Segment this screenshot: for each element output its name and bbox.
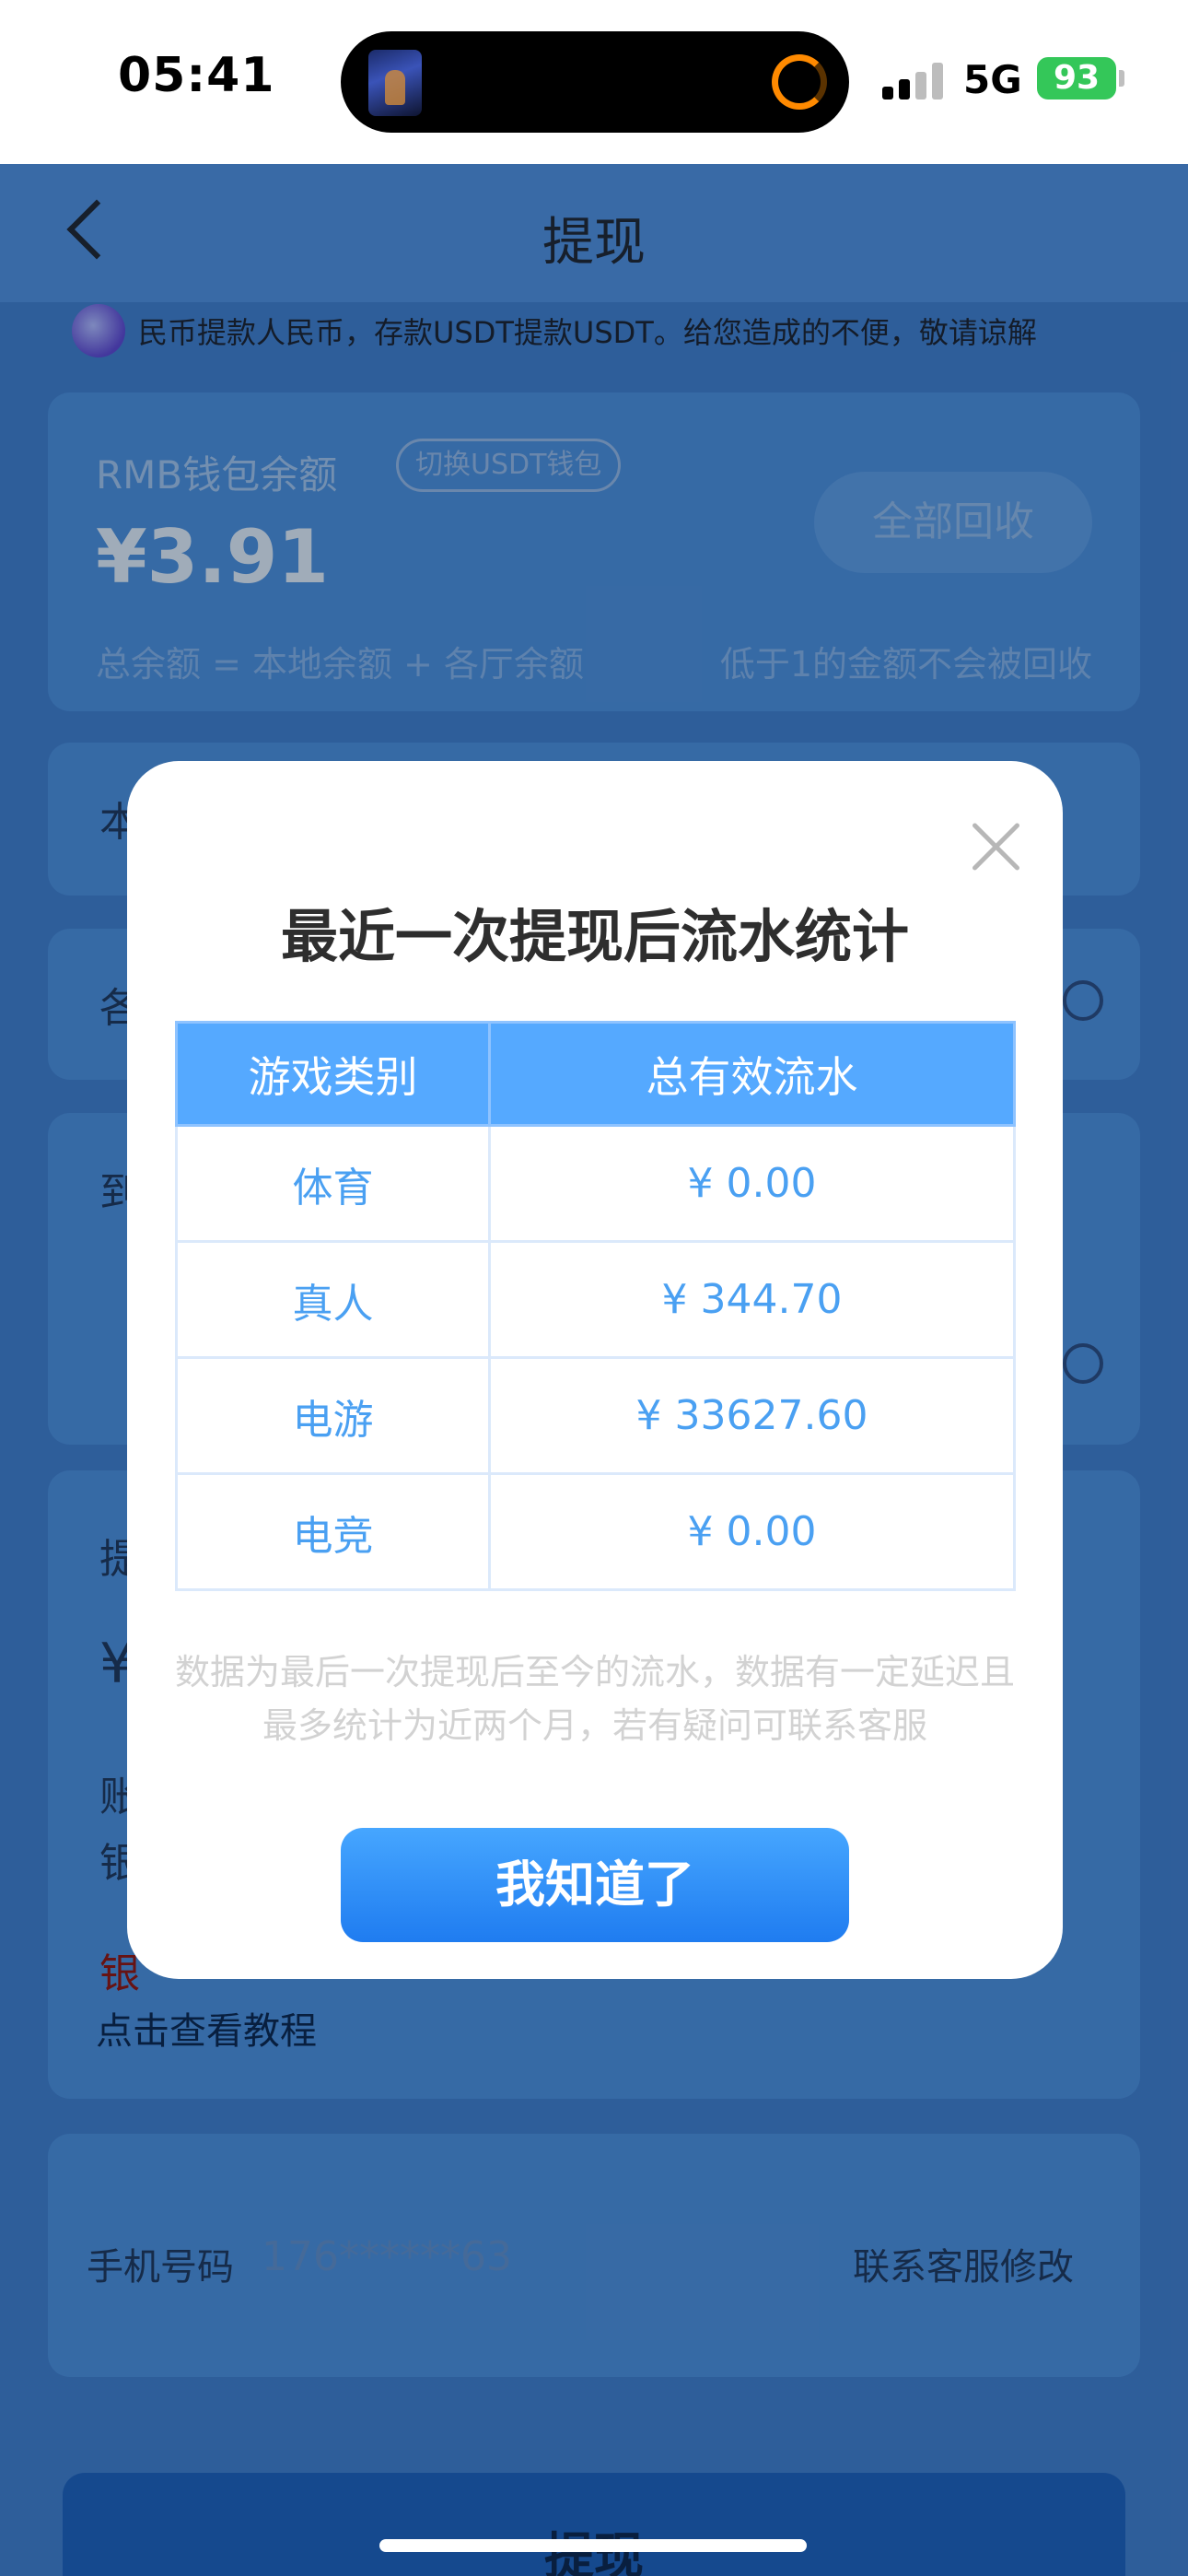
- table-row: 体育 ¥ 0.00: [175, 1124, 1016, 1243]
- amount-cell: ¥ 0.00: [488, 1472, 1016, 1591]
- table-row: 电游 ¥ 33627.60: [175, 1356, 1016, 1475]
- acknowledge-button[interactable]: 我知道了: [341, 1828, 849, 1942]
- amount-cell: ¥ 0.00: [488, 1124, 1016, 1243]
- category-cell: 真人: [175, 1240, 491, 1359]
- column-header: 总有效流水: [488, 1021, 1016, 1127]
- turnover-stats-modal: 最近一次提现后流水统计 游戏类别 总有效流水 体育 ¥ 0.00 真人 ¥ 34…: [127, 761, 1063, 1979]
- withdraw-screen: 05:41 5G 93 提现 民币提款人民币，存款USDT提款USDT。给您造成…: [0, 0, 1188, 2576]
- category-cell: 电游: [175, 1356, 491, 1475]
- signal-icon: [882, 61, 947, 100]
- table-row: 真人 ¥ 344.70: [175, 1240, 1016, 1359]
- home-indicator[interactable]: [379, 2539, 807, 2552]
- now-playing-artwork: [368, 50, 422, 116]
- battery-icon: 93: [1037, 57, 1124, 100]
- modal-title: 最近一次提现后流水统计: [280, 903, 909, 970]
- table-header-row: 游戏类别 总有效流水: [175, 1021, 1016, 1127]
- status-time: 05:41: [118, 48, 275, 103]
- status-bar: 05:41 5G 93: [0, 0, 1188, 164]
- activity-ring-icon: [772, 54, 827, 110]
- amount-cell: ¥ 344.70: [488, 1240, 1016, 1359]
- modal-note: 数据为最后一次提现后至今的流水，数据有一定延迟且最多统计为近两个月，若有疑问可联…: [174, 1652, 1015, 1746]
- column-header: 游戏类别: [175, 1021, 491, 1127]
- category-cell: 电竞: [175, 1472, 491, 1591]
- close-icon[interactable]: [969, 820, 1022, 873]
- table-row: 电竞 ¥ 0.00: [175, 1472, 1016, 1591]
- turnover-table: 游戏类别 总有效流水 体育 ¥ 0.00 真人 ¥ 344.70 电游 ¥ 33…: [175, 1021, 1016, 1591]
- dynamic-island: [341, 31, 849, 133]
- amount-cell: ¥ 33627.60: [488, 1356, 1016, 1475]
- category-cell: 体育: [175, 1124, 491, 1243]
- network-type: 5G: [963, 57, 1022, 102]
